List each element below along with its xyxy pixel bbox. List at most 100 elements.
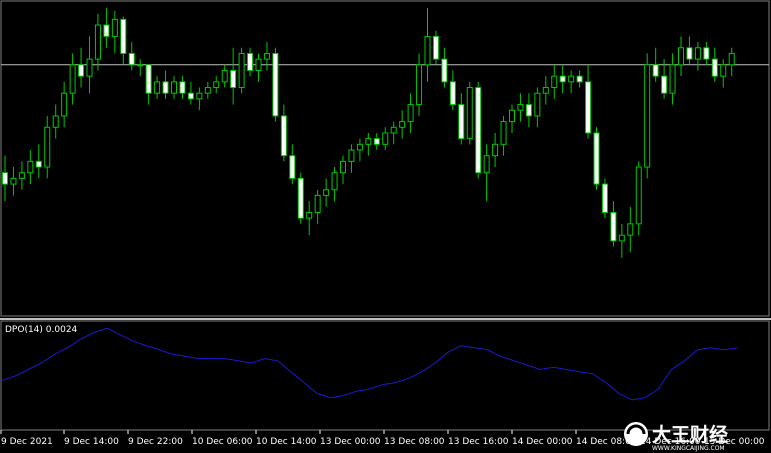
candle-body-bear [458,104,465,140]
candle [601,178,608,219]
candle [238,47,245,94]
candle-body-bull [137,64,144,67]
candle-body-bull [618,234,625,242]
candle-body-bear [559,75,566,83]
candle [272,47,279,122]
candle-body-bear [247,52,254,71]
candle-body-bull [323,189,330,196]
candle-body-bear [297,177,304,219]
candle-body-bull [356,143,363,151]
candle-body-bull [27,160,34,174]
candle-body-bear [2,172,8,185]
candle-body-bull [154,81,161,94]
time-axis-label: 13 Dec 16:00 [448,437,509,447]
candle-body-bull [492,143,499,157]
time-axis-label: 13 Dec 00:00 [320,437,381,447]
candle [466,81,473,145]
candle-body-bull [111,18,118,37]
candle-body-bull [340,160,346,174]
candle-body-bull [407,104,414,123]
candle-body-bear [686,47,693,60]
candle-body-bear [280,115,287,157]
candle-body-bull [509,109,515,123]
candle-body-bear [103,24,110,37]
candle-body-bear [230,69,237,89]
candle-body-bear [525,104,532,117]
time-axis-label: 9 Dec 22:00 [128,437,183,447]
time-axis-label: 9 Dec 2021 [1,437,53,447]
time-axis-label: 10 Dec 06:00 [192,437,253,447]
candle-body-bull [542,87,549,94]
candle-body-bull [196,92,203,100]
candle-body-bull [314,194,321,213]
candle-body-bull [728,52,735,66]
candle-body-bull [694,47,701,60]
candle [644,53,651,179]
time-axis-label: 13 Dec 08:00 [384,437,445,447]
candle-body-bear [432,35,439,60]
candle-body-bear [373,138,380,145]
candle-body-bear [187,92,194,100]
candle-body-bull [221,69,228,83]
candle-body-bear [449,81,456,106]
candle-body-bull [263,52,270,60]
candle-body-bear [576,75,583,83]
candle-body-bear [593,132,600,185]
time-axis-label: 10 Dec 14:00 [256,437,317,447]
candle-body-bull [627,223,634,236]
watermark-url: WWW.KINGCAIJING.COM [652,445,725,452]
candle-body-bear [703,47,710,60]
candle-body-bear [652,64,659,77]
candle-body-bull [382,132,389,145]
candle [475,81,482,179]
candle-body-bear [711,58,718,77]
candle-body-bull [669,64,676,94]
candle-body-bull [500,121,507,145]
candle-body-bull [720,64,727,77]
candle-body-bull [483,155,490,174]
candle-body-bull [568,75,575,83]
candle-body-bull [306,211,313,219]
candle-body-bull [255,58,262,71]
candle-body-bull [424,35,431,66]
candle-body-bear [475,87,482,174]
candle-body-bear [145,64,152,94]
candle-body-bull [204,87,211,94]
candle-body-bear [585,81,592,134]
candle-body-bear [78,64,85,77]
candle-body-bull [61,92,68,117]
time-axis-label: 14 Dec 00:00 [512,437,573,447]
candle-body-bull [551,75,558,89]
candle-body-bear [35,160,42,168]
candle-body-bear [601,183,608,213]
candle-body-bull [10,177,17,185]
candle [297,172,304,224]
candle-body-bull [678,47,684,66]
candle-body-bull [86,58,93,77]
candle-body-bull [331,172,338,191]
candle-body-bull [644,64,651,168]
candle-body-bull [348,149,355,162]
candle-body-bull [44,126,51,168]
candle-body-bull [416,64,423,106]
candle-body-bear [179,81,186,94]
candle-body-bear [128,52,135,66]
candle-body-bear [120,18,127,54]
candle-body-bull [390,126,397,134]
candle-body-bull [517,104,524,111]
chart-canvas: DPO(14) 0.0024 9 Dec 2021 9 Dec 14:00 9 De… [0,0,771,453]
indicator-label: DPO(14) 0.0024 [5,325,78,335]
candle-body-bear [610,211,617,242]
candle-body-bull [213,81,220,89]
candle-body-bull [171,81,177,94]
candle-body-bear [272,52,279,117]
candle-body-bear [289,155,296,179]
candle-body-bull [18,172,25,179]
candle-body-bull [399,121,406,128]
candle-body-bear [661,75,668,94]
candle-body-bull [69,64,76,94]
watermark-logo-text: 大王财经 [652,423,728,446]
candle [593,127,600,190]
candle [635,161,642,236]
candle-body-bear [441,58,448,83]
